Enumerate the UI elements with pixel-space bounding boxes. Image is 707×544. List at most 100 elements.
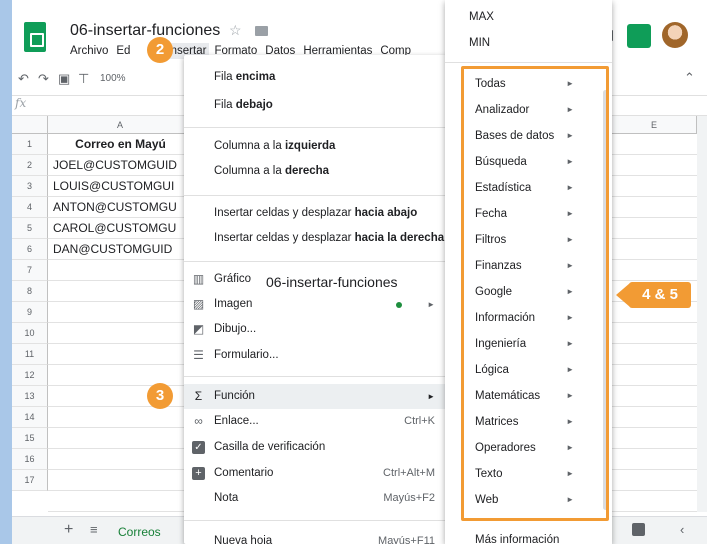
menu-item-label-bold: debajo <box>235 99 273 111</box>
drawing-icon: ◩ <box>192 322 205 336</box>
menu-divider <box>445 62 612 63</box>
menu-item-note[interactable]: Nota Mayús+F2 <box>184 486 447 511</box>
step-4-5-arrow <box>616 283 630 307</box>
comment-icon: + <box>192 467 205 480</box>
menu-divider <box>184 127 447 128</box>
redo-icon[interactable]: ↷ <box>38 71 49 87</box>
shortcut-label: Ctrl+Alt+M <box>383 467 435 479</box>
chevron-left-icon[interactable]: ‹ <box>680 522 684 537</box>
sheet-tab-correos[interactable]: Correos <box>118 525 161 539</box>
menu-divider <box>184 261 447 262</box>
menu-item-drawing[interactable]: ◩ Dibujo... <box>184 317 447 342</box>
collapse-toolbar-icon[interactable]: ⌃ <box>684 70 695 86</box>
row-header[interactable]: 13 <box>12 386 48 407</box>
row-header[interactable]: 8 <box>12 281 48 302</box>
menu-item-column-right[interactable]: Columna a la derecha <box>184 159 447 184</box>
menu-item-label: Comentario <box>214 467 274 479</box>
folder-icon[interactable] <box>255 26 268 36</box>
menu-archivo[interactable]: Archivo <box>70 45 108 57</box>
step-3-badge: 3 <box>147 383 173 409</box>
avatar[interactable] <box>662 22 688 48</box>
function-item-max[interactable]: MAX <box>445 4 612 30</box>
grid-area[interactable] <box>48 260 193 512</box>
menu-item-label: Nota <box>214 492 239 504</box>
menu-item-label: Columna a la <box>214 165 285 177</box>
column-header-a[interactable]: A <box>48 116 193 134</box>
row-header[interactable]: 15 <box>12 428 48 449</box>
menu-item-label: Formulario... <box>214 349 279 361</box>
menu-editar[interactable]: Ed <box>116 45 130 57</box>
cell-a1[interactable]: Correo en Mayú <box>48 134 193 155</box>
menu-item-checkbox[interactable]: ✓ Casilla de verificación <box>184 435 447 460</box>
menu-item-comment[interactable]: + Comentario Ctrl+Alt+M <box>184 461 447 486</box>
step-4-5-badge: 4 & 5 <box>629 282 691 308</box>
row-header[interactable]: 17 <box>12 470 48 491</box>
form-icon: ☰ <box>193 348 204 362</box>
cell-a3[interactable]: LOUIS@CUSTOMGUI <box>48 176 193 197</box>
menu-item-row-below[interactable]: Fila debajo <box>184 93 447 118</box>
row-header[interactable]: 2 <box>12 155 48 176</box>
menu-item-column-left[interactable]: Columna a la izquierda <box>184 134 447 159</box>
cell-a5[interactable]: CAROL@CUSTOMGU <box>48 218 193 239</box>
categories-highlight-box <box>461 66 609 521</box>
column-header-e[interactable]: E <box>612 116 697 134</box>
menu-item-label: Columna a la <box>214 140 285 152</box>
shortcut-label: Mayús+F2 <box>383 492 435 504</box>
row-header[interactable]: 12 <box>12 365 48 386</box>
all-sheets-icon[interactable]: ≡ <box>90 522 98 537</box>
row-header[interactable]: 5 <box>12 218 48 239</box>
menu-item-new-sheet[interactable]: Nueva hoja Mayús+F11 <box>184 529 447 544</box>
function-item-more-info[interactable]: Más información <box>445 527 612 544</box>
row-header[interactable]: 6 <box>12 239 48 260</box>
menu-item-label: Insertar celdas y desplazar <box>214 232 355 244</box>
cell-a4[interactable]: ANTON@CUSTOMGU <box>48 197 193 218</box>
undo-icon[interactable]: ↶ <box>18 71 29 87</box>
menu-item-label: Imagen <box>214 298 253 310</box>
vertical-scrollbar[interactable] <box>697 116 707 512</box>
image-icon: ▨ <box>192 297 205 311</box>
row-header[interactable]: 1 <box>12 134 48 155</box>
meet-icon[interactable] <box>627 24 651 48</box>
menu-item-label-bold: izquierda <box>284 140 336 152</box>
row-header[interactable]: 11 <box>12 344 48 365</box>
menu-divider <box>184 520 447 521</box>
menu-item-label: Fila <box>214 99 236 111</box>
cell-a2[interactable]: JOEL@CUSTOMGUID <box>48 155 193 176</box>
shortcut-label: Mayús+F11 <box>378 535 435 544</box>
row-header[interactable]: 4 <box>12 197 48 218</box>
corner-header[interactable] <box>12 116 48 134</box>
row-header[interactable]: 7 <box>12 260 48 281</box>
star-icon[interactable]: ☆ <box>229 22 242 39</box>
grid-area-right[interactable] <box>612 134 697 512</box>
explore-icon[interactable] <box>632 523 645 536</box>
shortcut-label: Ctrl+K <box>404 415 435 427</box>
row-header[interactable]: 14 <box>12 407 48 428</box>
function-item-min[interactable]: MIN <box>445 30 612 56</box>
row-header[interactable]: 3 <box>12 176 48 197</box>
sheets-logo-icon[interactable] <box>24 22 46 52</box>
row-header[interactable]: 16 <box>12 449 48 470</box>
menu-item-function[interactable]: Σ Función ► <box>184 384 447 409</box>
menu-item-label-bold: encima <box>235 71 276 83</box>
menu-item-insert-cells-right[interactable]: Insertar celdas y desplazar hacia la der… <box>184 226 447 251</box>
menu-item-label: Gráfico <box>214 273 252 285</box>
menu-item-image[interactable]: ▨ Imagen ► <box>184 292 447 317</box>
print-icon[interactable]: ▣ <box>58 71 70 87</box>
zoom-select[interactable]: 100% <box>100 73 126 84</box>
menu-item-form[interactable]: ☰ Formulario... <box>184 343 447 368</box>
title-tooltip: 06-insertar-funciones <box>266 274 398 290</box>
menu-item-label: Dibujo... <box>214 323 257 335</box>
add-sheet-icon[interactable]: + <box>64 521 73 539</box>
menu-item-label: Casilla de verificación <box>214 441 326 453</box>
menu-item-label-bold: hacia abajo <box>354 207 418 219</box>
row-header[interactable]: 9 <box>12 302 48 323</box>
row-header[interactable]: 10 <box>12 323 48 344</box>
sigma-icon: Σ <box>194 389 203 403</box>
menu-item-row-above[interactable]: Fila encima <box>184 65 447 90</box>
cell-a6[interactable]: DAN@CUSTOMGUID <box>48 239 193 260</box>
menu-item-insert-cells-down[interactable]: Insertar celdas y desplazar hacia abajo <box>184 201 447 226</box>
paint-format-icon[interactable]: ⊤ <box>78 71 89 87</box>
spreadsheet-window: 06-insertar-funciones ☆ Archivo Ed Inserta… <box>12 0 707 544</box>
document-title[interactable]: 06-insertar-funciones <box>70 22 220 40</box>
menu-item-link[interactable]: ∞ Enlace... Ctrl+K <box>184 409 447 434</box>
